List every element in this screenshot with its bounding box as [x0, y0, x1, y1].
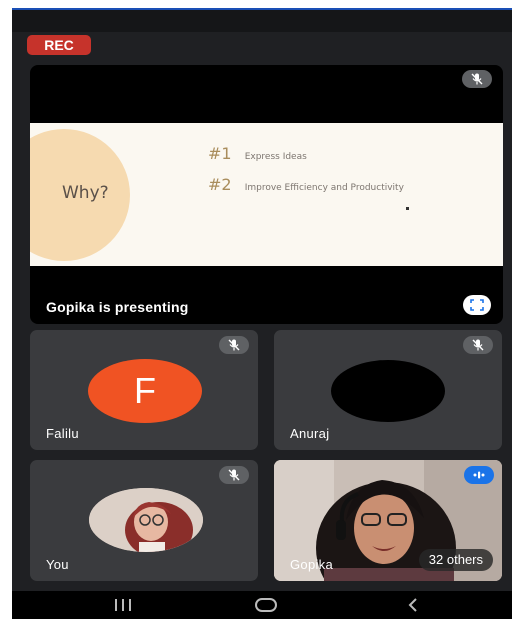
mic-off-icon	[219, 336, 249, 354]
fullscreen-button[interactable]	[463, 295, 491, 315]
recent-apps-icon[interactable]	[110, 594, 136, 616]
participant-name: Anuraj	[290, 426, 330, 441]
slide-point-2: #2 Improve Efficiency and Productivity	[208, 175, 404, 194]
mic-off-icon	[462, 70, 492, 88]
speaking-indicator-icon	[464, 466, 494, 484]
slide-point-text: Improve Efficiency and Productivity	[244, 183, 404, 193]
status-bar	[12, 10, 512, 32]
participant-name: You	[46, 557, 69, 572]
mic-off-icon	[219, 466, 249, 484]
shared-slide: Why? #1 Express Ideas #2 Improve Efficie…	[30, 123, 503, 266]
participant-tile-anuraj[interactable]: Anuraj	[274, 330, 502, 450]
back-icon[interactable]	[402, 594, 424, 616]
presentation-tile[interactable]: Why? #1 Express Ideas #2 Improve Efficie…	[30, 65, 503, 324]
slide-point-number: #1	[208, 144, 232, 163]
participant-name: Gopika	[290, 557, 333, 572]
meet-call-screen: REC Why? #1 Express Ideas #2 Improve Eff…	[12, 8, 512, 619]
home-icon[interactable]	[253, 594, 279, 616]
presenter-label: Gopika is presenting	[46, 299, 189, 315]
participant-tile-you[interactable]: You	[30, 460, 258, 581]
slide-point-1: #1 Express Ideas	[208, 144, 307, 163]
navigation-bar	[12, 591, 512, 619]
avatar	[89, 488, 203, 552]
slide-point-number: #2	[208, 175, 232, 194]
pointer-cursor	[406, 207, 409, 210]
participant-tile-gopika[interactable]: Gopika 32 others	[274, 460, 502, 581]
participant-name: Falilu	[46, 426, 79, 441]
avatar: F	[88, 359, 202, 423]
mic-off-icon	[463, 336, 493, 354]
avatar	[331, 360, 445, 422]
slide-point-text: Express Ideas	[244, 152, 307, 162]
participant-tile-falilu[interactable]: F Falilu	[30, 330, 258, 450]
others-count-button[interactable]: 32 others	[418, 549, 493, 571]
slide-title: Why?	[62, 183, 109, 203]
fullscreen-icon	[470, 299, 484, 311]
recording-badge: REC	[27, 35, 91, 55]
